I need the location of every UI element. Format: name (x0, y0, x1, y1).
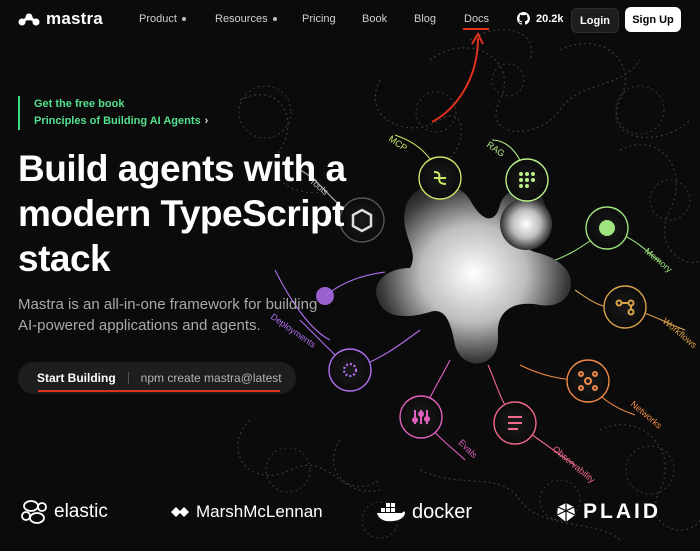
nav-book[interactable]: Book (362, 13, 387, 25)
cta-annotation-underline (38, 390, 280, 392)
graph-label-evals: Evals (457, 437, 480, 460)
free-book-link[interactable]: Get the free book Principles of Building… (18, 96, 208, 130)
graph-label-workflows: Workflows (661, 316, 699, 351)
nav-docs[interactable]: Docs (464, 13, 489, 25)
hero-title: Build agents with a modern TypeScript st… (18, 148, 346, 279)
agent-core-blob (376, 183, 571, 364)
signup-button[interactable]: Sign Up (625, 7, 681, 32)
marshmclennan-logo: MarshMcLennan (170, 494, 323, 530)
marshmclennan-icon (171, 507, 189, 517)
nav-blog[interactable]: Blog (414, 13, 436, 25)
graph-label-mcp: MCP (387, 133, 409, 153)
chevron-right-icon: › (204, 115, 209, 127)
evals-node-icon (412, 410, 430, 424)
book-title: Principles of Building AI Agents (34, 115, 201, 127)
book-headline: Get the free book (34, 98, 125, 110)
dropdown-dot-icon (272, 17, 277, 22)
logo-wordmark: mastra (46, 9, 103, 28)
docker-logo: docker (376, 494, 472, 530)
install-command[interactable]: npm create mastra@latest (141, 371, 282, 385)
github-icon (517, 12, 530, 25)
plaid-logo: PLAID (555, 494, 661, 530)
github-stars-link[interactable]: 20.2k (517, 12, 564, 25)
elastic-logo: elastic (20, 494, 108, 530)
mastra-logo-icon (18, 13, 40, 26)
top-navigation: mastra Product Resources Pricing Book Bl… (0, 0, 700, 40)
graph-label-memory: Memory (643, 246, 675, 275)
nav-pricing[interactable]: Pricing (302, 13, 336, 25)
elastic-icon (21, 500, 47, 524)
start-building-button[interactable]: Start Building (37, 371, 116, 385)
mastra-logo[interactable]: mastra (18, 9, 103, 29)
graph-label-observability: Observability (551, 444, 598, 485)
annotation-arrow (431, 37, 479, 123)
plaid-icon (556, 503, 576, 522)
partner-logos: elastic MarshMcLennan docker PLAID (0, 494, 700, 534)
nav-product[interactable]: Product (139, 13, 186, 25)
docker-whale-icon (377, 503, 405, 522)
cta-divider (127, 372, 129, 384)
hero-subtitle: Mastra is an all-in-one framework for bu… (18, 296, 318, 334)
memory-node-icon (599, 220, 615, 236)
login-button[interactable]: Login (571, 8, 619, 33)
docs-annotation-underline (463, 28, 489, 30)
dropdown-dot-icon (181, 17, 186, 22)
github-star-count: 20.2k (536, 12, 564, 25)
nav-resources[interactable]: Resources (215, 13, 277, 25)
